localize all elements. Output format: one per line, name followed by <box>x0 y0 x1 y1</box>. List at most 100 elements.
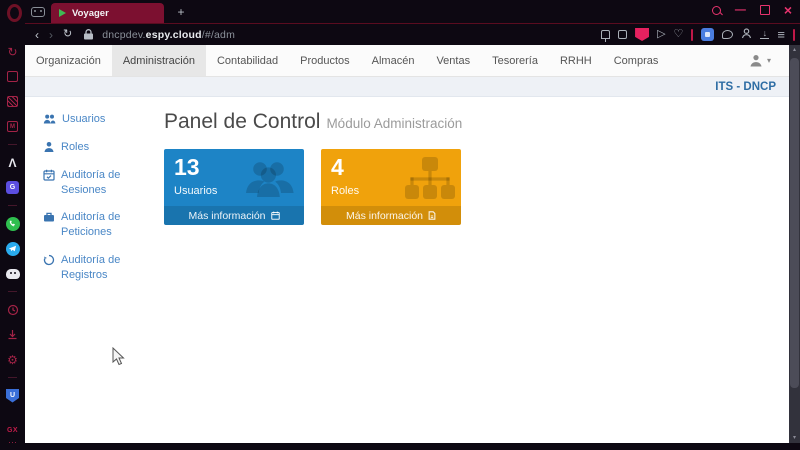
workspace-icon[interactable] <box>31 7 45 17</box>
web-page: Organización Administración Contabilidad… <box>25 45 793 443</box>
browser-tab-voyager[interactable]: Voyager <box>51 3 164 23</box>
card-value: 4 <box>331 155 451 180</box>
browser-side-rail: ↻ M Λ G ⚙ U GX ··· <box>0 0 25 450</box>
rail-divider <box>8 291 17 292</box>
rail-bottom: GX ··· <box>7 427 18 450</box>
m-app-icon[interactable]: M <box>5 119 20 134</box>
file-icon <box>428 211 436 220</box>
history-icon <box>43 254 55 266</box>
gx-logo: GX <box>7 427 18 434</box>
card-roles[interactable]: 4 Roles Más información <box>321 149 461 225</box>
reload-button[interactable]: ↻ <box>63 29 72 40</box>
nav-item-administracion[interactable]: Administración <box>112 45 206 76</box>
extension-icon[interactable] <box>701 28 714 41</box>
page-subtitle: Módulo Administración <box>326 116 462 131</box>
card-footer-link[interactable]: Más información <box>321 206 461 225</box>
rail-more-icon[interactable]: ··· <box>8 440 17 444</box>
menu-item-label: Auditoría de Registros <box>61 253 143 283</box>
toolbar-divider <box>793 29 795 41</box>
snapshot-icon[interactable] <box>618 30 627 39</box>
scroll-up-icon[interactable]: ▴ <box>789 45 800 55</box>
opera-logo-icon[interactable] <box>7 4 22 22</box>
vpn-badge-icon[interactable] <box>635 28 649 41</box>
pinned-app-icon[interactable]: G <box>5 180 20 195</box>
scrollbar-thumb[interactable] <box>790 58 799 388</box>
app-navbar: Organización Administración Contabilidad… <box>25 45 793 77</box>
page-content: Usuarios Roles Auditoría de Sesiones Aud… <box>25 97 793 443</box>
caret-down-icon: ▾ <box>767 56 771 65</box>
nav-item-tesoreria[interactable]: Tesorería <box>481 45 549 76</box>
sidebar-player-icon[interactable]: ▷ <box>657 29 665 40</box>
nav-item-productos[interactable]: Productos <box>289 45 361 76</box>
page-title: Panel de ControlMódulo Administración <box>164 110 793 134</box>
easy-setup-menu-icon[interactable]: ≡ <box>777 28 785 41</box>
maximize-button[interactable] <box>760 5 770 15</box>
stat-cards: 13 Usuarios Más información <box>164 149 793 225</box>
menu-item-label: Auditoría de Sesiones <box>61 168 143 198</box>
user-menu-button[interactable]: ▾ <box>749 45 793 76</box>
card-footer-label: Más información <box>346 210 423 222</box>
toolbar-divider <box>691 29 693 41</box>
briefcase-icon <box>43 211 55 223</box>
scroll-down-icon[interactable]: ▾ <box>789 433 800 443</box>
nav-item-ventas[interactable]: Ventas <box>425 45 481 76</box>
side-menu: Usuarios Roles Auditoría de Sesiones Aud… <box>25 97 160 443</box>
whatsapp-icon[interactable] <box>5 216 20 231</box>
forward-button[interactable]: › <box>49 29 53 41</box>
rail-divider <box>8 205 17 206</box>
ublock-extension-icon[interactable]: U <box>5 388 20 403</box>
nav-item-organizacion[interactable]: Organización <box>25 45 112 76</box>
card-body: 13 Usuarios <box>164 149 304 197</box>
browser-search-icon[interactable] <box>712 6 721 15</box>
menu-item-usuarios[interactable]: Usuarios <box>43 112 143 127</box>
window-controls: — × <box>712 3 792 17</box>
toolbar-actions: ▷ ♡ ↓ ≡ <box>601 28 800 42</box>
menu-item-auditoria-peticiones[interactable]: Auditoría de Peticiones <box>43 210 143 240</box>
nav-item-compras[interactable]: Compras <box>603 45 670 76</box>
card-footer-link[interactable]: Más información <box>164 206 304 225</box>
window-bottom-edge <box>25 443 800 450</box>
discord-icon[interactable] <box>5 266 20 281</box>
gx-corner-icon[interactable] <box>5 69 20 84</box>
close-button[interactable]: × <box>784 3 792 17</box>
tab-title: Voyager <box>72 8 109 19</box>
address-toolbar: ‹ › ↻ dncpdev.espy.cloud/#/adm ▷ ♡ ↓ ≡ <box>25 24 800 45</box>
nav-item-contabilidad[interactable]: Contabilidad <box>206 45 289 76</box>
page-scrollbar[interactable]: ▴ ▾ <box>789 45 800 443</box>
card-label: Roles <box>331 185 451 197</box>
user-icon <box>749 54 763 67</box>
brand-text[interactable]: ITS - DNCP <box>715 81 776 93</box>
menu-item-roles[interactable]: Roles <box>43 140 143 155</box>
calendar-icon <box>271 211 280 220</box>
url-prefix: dncpdev. <box>102 29 145 41</box>
url-field[interactable]: dncpdev.espy.cloud/#/adm <box>102 29 235 41</box>
tab-favicon <box>59 9 66 17</box>
minimize-button[interactable]: — <box>735 5 746 16</box>
aria-chat-icon[interactable] <box>722 30 733 39</box>
new-tab-button[interactable]: + <box>173 3 189 20</box>
card-usuarios[interactable]: 13 Usuarios Más información <box>164 149 304 225</box>
rail-divider <box>8 144 17 145</box>
speed-dial-icon[interactable]: ↻ <box>5 44 20 59</box>
nav-item-rrhh[interactable]: RRHH <box>549 45 603 76</box>
history-icon[interactable] <box>5 302 20 317</box>
card-value: 13 <box>174 155 294 180</box>
settings-gear-icon[interactable]: ⚙ <box>5 352 20 367</box>
downloads-icon[interactable] <box>5 327 20 342</box>
telegram-icon[interactable] <box>5 241 20 256</box>
calendar-icon <box>43 169 55 181</box>
gx-mods-icon[interactable] <box>5 94 20 109</box>
url-domain: espy.cloud <box>146 29 202 41</box>
menu-item-auditoria-sesiones[interactable]: Auditoría de Sesiones <box>43 168 143 198</box>
downloads-tray-icon[interactable]: ↓ <box>760 30 769 39</box>
pinned-site-icon[interactable]: Λ <box>5 155 20 170</box>
back-button[interactable]: ‹ <box>35 29 39 41</box>
main-panel: Panel de ControlMódulo Administración 13… <box>160 97 793 443</box>
url-path: /#/adm <box>202 29 235 41</box>
pin-icon[interactable] <box>601 30 610 39</box>
menu-item-auditoria-registros[interactable]: Auditoría de Registros <box>43 253 143 283</box>
profile-icon[interactable] <box>741 28 752 42</box>
favorites-heart-icon[interactable]: ♡ <box>674 29 684 40</box>
site-info-lock-icon[interactable] <box>84 29 93 40</box>
nav-item-almacen[interactable]: Almacén <box>361 45 426 76</box>
